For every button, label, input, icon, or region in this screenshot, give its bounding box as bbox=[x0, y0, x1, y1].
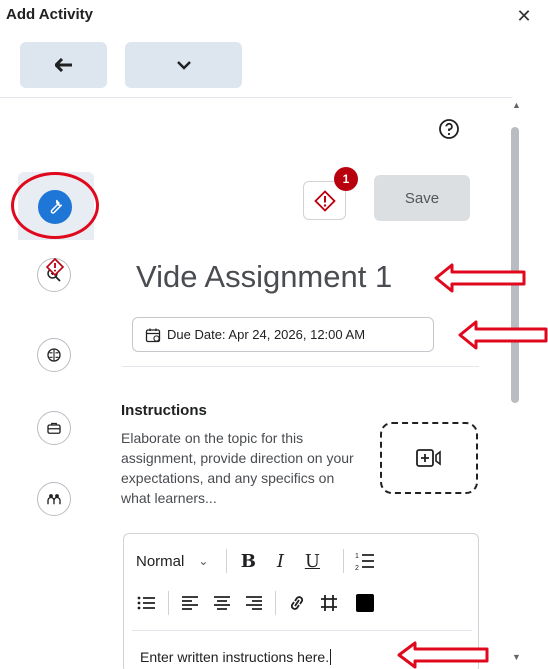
due-date-label: Due Date: Apr 24, 2026, 12:00 AM bbox=[167, 327, 366, 342]
format-select[interactable]: Normal bbox=[136, 553, 184, 570]
briefcase-icon bbox=[47, 422, 61, 434]
text-color-swatch[interactable] bbox=[356, 594, 374, 612]
instructions-placeholder: Enter written instructions here. bbox=[140, 649, 330, 665]
editor-toolbar-row bbox=[136, 588, 374, 618]
assignment-title[interactable]: Vide Assignment 1 bbox=[136, 259, 392, 295]
bold-icon[interactable]: B bbox=[237, 549, 259, 573]
help-circle-icon[interactable] bbox=[437, 117, 461, 141]
divider bbox=[122, 366, 479, 367]
text-caret bbox=[330, 649, 332, 665]
svg-text:1: 1 bbox=[355, 553, 359, 560]
editor-toolbar-row: Normal ⌄ B I U 12 bbox=[136, 546, 386, 576]
svg-text:2: 2 bbox=[355, 565, 359, 572]
separator bbox=[275, 591, 276, 615]
annotation-arrow bbox=[397, 641, 489, 669]
save-button[interactable]: Save bbox=[374, 175, 470, 221]
chevron-down-icon[interactable]: ⌄ bbox=[198, 554, 208, 568]
people-icon bbox=[47, 494, 61, 505]
calendar-icon bbox=[145, 328, 161, 342]
warning-icon bbox=[313, 189, 336, 212]
table-icon[interactable] bbox=[318, 591, 340, 615]
align-left-icon[interactable] bbox=[179, 591, 201, 615]
underline-icon[interactable]: U bbox=[301, 549, 323, 573]
italic-icon[interactable]: I bbox=[269, 549, 291, 573]
brain-icon bbox=[47, 348, 61, 362]
ordered-list-icon[interactable]: 12 bbox=[354, 549, 376, 573]
scroll-down-icon[interactable]: ▼ bbox=[512, 652, 521, 662]
issue-count-badge: 1 bbox=[334, 167, 358, 191]
annotation-arrow bbox=[434, 263, 526, 293]
due-date-button[interactable]: Due Date: Apr 24, 2026, 12:00 AM bbox=[132, 317, 434, 352]
rail-item-resources[interactable] bbox=[37, 411, 71, 445]
video-add-icon bbox=[416, 449, 441, 467]
warning-icon bbox=[46, 258, 64, 276]
rail-item-competencies[interactable] bbox=[37, 338, 71, 372]
instructions-text-area[interactable]: Enter written instructions here. bbox=[140, 649, 332, 665]
chevron-down-icon bbox=[176, 61, 191, 70]
link-icon[interactable] bbox=[286, 591, 308, 615]
bullet-list-icon[interactable] bbox=[136, 591, 158, 615]
instructions-heading: Instructions bbox=[121, 402, 207, 419]
align-right-icon[interactable] bbox=[243, 591, 265, 615]
separator bbox=[168, 591, 169, 615]
more-dropdown-button[interactable] bbox=[125, 42, 242, 88]
separator bbox=[226, 549, 228, 573]
scrollbar[interactable]: ▲ ▼ bbox=[508, 100, 522, 669]
dialog-title: Add Activity bbox=[6, 6, 93, 23]
scroll-up-icon[interactable]: ▲ bbox=[512, 100, 521, 110]
editor-divider bbox=[132, 630, 472, 631]
align-center-icon[interactable] bbox=[211, 591, 233, 615]
dialog-toolbar bbox=[0, 36, 512, 98]
annotation-arrow bbox=[458, 320, 548, 350]
separator bbox=[343, 549, 345, 573]
back-button[interactable] bbox=[20, 42, 107, 88]
instructions-description: Elaborate on the topic for this assignme… bbox=[121, 430, 354, 506]
add-media-button[interactable] bbox=[380, 422, 478, 494]
arrow-left-icon bbox=[54, 58, 72, 72]
close-icon[interactable]: ✕ bbox=[514, 6, 534, 26]
rail-item-groups[interactable] bbox=[37, 482, 71, 516]
annotation-circle bbox=[11, 172, 99, 239]
